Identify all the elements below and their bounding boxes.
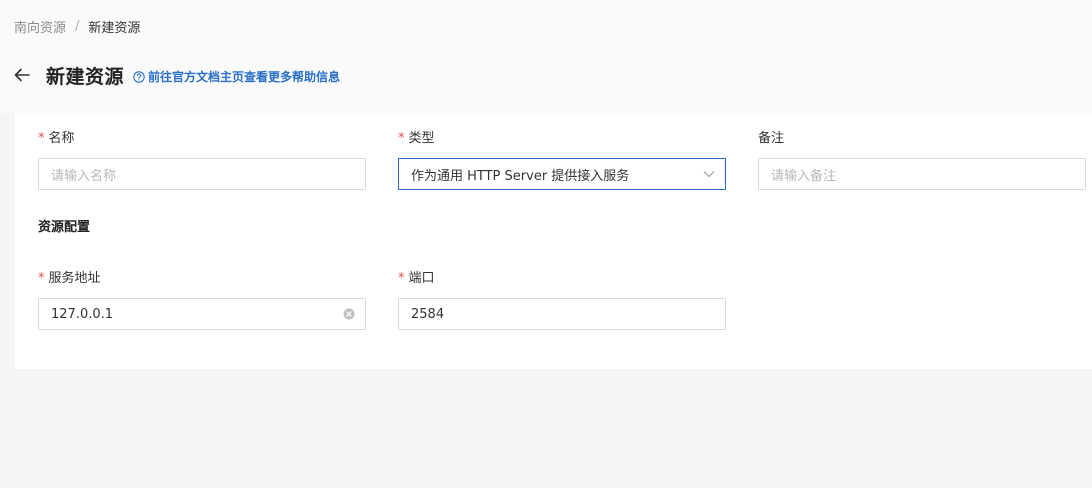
- remark-label-group: 备注: [758, 130, 784, 148]
- remark-label: 备注: [758, 131, 785, 146]
- form-card: * 名称 请输入名称 * 类型 作为通用 HTTP Server 提供接入服务 备注…: [15, 113, 1092, 369]
- help-link[interactable]: 前往官方文档主页查看更多帮助信息: [133, 68, 340, 85]
- back-button[interactable]: [12, 65, 32, 85]
- port-input[interactable]: 2584: [398, 298, 726, 330]
- help-link-label: 前往官方文档主页查看更多帮助信息: [148, 70, 341, 84]
- type-select[interactable]: 作为通用 HTTP Server 提供接入服务: [398, 158, 726, 190]
- address-input[interactable]: 127.0.0.1: [38, 298, 366, 330]
- required-mark: *: [38, 131, 45, 146]
- breadcrumb: 南向资源 / 新建资源: [14, 16, 140, 36]
- port-value: 2584: [411, 306, 445, 322]
- page-title: 新建资源: [46, 65, 125, 88]
- arrow-left-icon: [14, 68, 30, 82]
- port-label-group: * 端口: [398, 270, 435, 288]
- type-label-group: * 类型: [398, 130, 435, 148]
- required-mark: *: [38, 271, 45, 286]
- clear-circle-icon[interactable]: [343, 308, 355, 320]
- type-label: 类型: [408, 131, 435, 146]
- address-label: 服务地址: [48, 271, 101, 286]
- question-circle-icon: [133, 70, 145, 83]
- address-value: 127.0.0.1: [51, 306, 114, 322]
- breadcrumb-parent[interactable]: 南向资源: [14, 17, 66, 36]
- breadcrumb-separator: /: [75, 18, 80, 34]
- type-select-value: 作为通用 HTTP Server 提供接入服务: [411, 168, 630, 184]
- title-bar: 新建资源 前往官方文档主页查看更多帮助信息: [12, 60, 340, 90]
- name-label-group: * 名称: [38, 130, 75, 148]
- required-mark: *: [398, 271, 405, 286]
- chevron-down-icon: [703, 171, 715, 178]
- remark-input[interactable]: 请输入备注: [758, 158, 1086, 190]
- section-title: 资源配置: [38, 220, 91, 235]
- required-mark: *: [398, 131, 405, 146]
- name-input[interactable]: 请输入名称: [38, 158, 366, 190]
- address-label-group: * 服务地址: [38, 270, 101, 288]
- breadcrumb-current: 新建资源: [88, 20, 141, 36]
- page: 南向资源 / 新建资源 新建资源 前往官方文档主页查看更多帮助信息 * 名称 请…: [0, 0, 1092, 488]
- header-band: 南向资源 / 新建资源 新建资源 前往官方文档主页查看更多帮助信息: [0, 0, 1092, 113]
- port-label: 端口: [408, 271, 435, 286]
- name-label: 名称: [48, 131, 75, 146]
